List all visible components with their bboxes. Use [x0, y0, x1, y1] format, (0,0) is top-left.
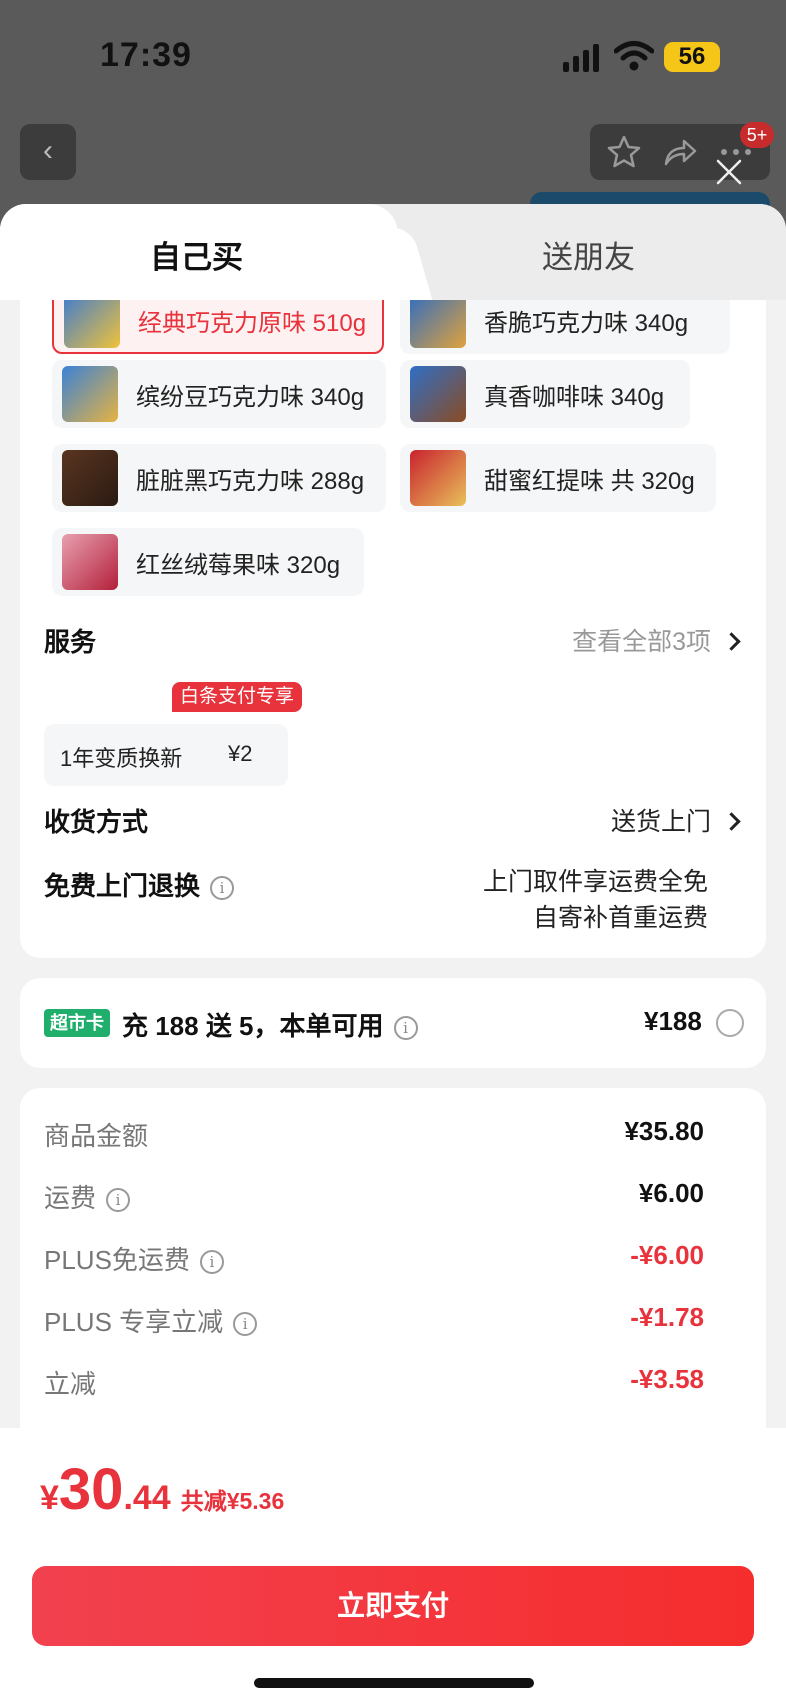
- free-return-detail: 上门取件享运费全免 自寄补首重运费: [483, 864, 708, 936]
- supermarket-card-radio[interactable]: [716, 1009, 744, 1037]
- info-icon[interactable]: i: [233, 1312, 258, 1337]
- variant-option[interactable]: 经典巧克力原味 510g: [52, 300, 384, 354]
- fee-value: -¥6.00: [630, 1240, 704, 1270]
- fee-breakdown: 商品金额 ¥35.80 运费 i ¥6.00 PLUS免运费 i -¥6.00 PL…: [20, 1088, 766, 1428]
- variant-label: 经典巧克力原味 510g: [138, 309, 367, 337]
- product-thumbnail: [410, 450, 466, 506]
- variant-option[interactable]: 脏脏黑巧克力味 288g: [52, 444, 386, 512]
- total-decimal: .44: [123, 1479, 171, 1517]
- info-icon[interactable]: i: [210, 876, 235, 901]
- total-integer: 30: [58, 1457, 124, 1522]
- fee-label: 立减: [44, 1369, 97, 1399]
- notification-badge: 5+: [740, 122, 774, 148]
- star-icon[interactable]: [604, 132, 644, 172]
- chevron-right-icon: [722, 632, 741, 651]
- pay-now-button[interactable]: 立即支付: [32, 1566, 754, 1646]
- fee-value: -¥3.58: [630, 1364, 704, 1394]
- total-price: ¥30.44 共减¥5.36: [40, 1456, 284, 1523]
- variant-option[interactable]: 真香咖啡味 340g: [400, 360, 690, 428]
- variant-option[interactable]: 缤纷豆巧克力味 340g: [52, 360, 386, 428]
- free-return-line1: 上门取件享运费全免: [482, 868, 708, 896]
- variant-label: 香脆巧克力味 340g: [484, 309, 689, 337]
- variant-label: 红丝绒莓果味 320g: [136, 551, 341, 579]
- tab-gift-to-friend[interactable]: 送朋友: [542, 232, 635, 277]
- share-icon[interactable]: [660, 132, 700, 172]
- wifi-icon: [614, 41, 654, 71]
- free-return-row: 免费上门退换 i: [44, 866, 235, 903]
- variant-option[interactable]: 红丝绒莓果味 320g: [52, 528, 364, 596]
- info-icon[interactable]: i: [199, 1250, 224, 1275]
- supermarket-card-offer[interactable]: 超市卡 充 188 送 5，本单可用 i ¥188: [20, 978, 766, 1068]
- cellular-signal-icon: [563, 44, 599, 72]
- total-currency: ¥: [40, 1479, 59, 1517]
- service-name: 1年变质换新: [60, 746, 183, 771]
- status-time: 17:39: [100, 36, 192, 74]
- checkout-bar: ¥30.44 共减¥5.36 立即支付: [0, 1428, 786, 1704]
- service-option[interactable]: 1年变质换新 ¥2: [44, 724, 288, 786]
- fee-value: ¥6.00: [638, 1178, 704, 1208]
- battery-indicator: 56: [664, 42, 720, 72]
- chevron-right-icon: [722, 812, 741, 831]
- fee-label-shipping: 运费 i: [44, 1178, 131, 1215]
- variant-list: 经典巧克力原味 510g 香脆巧克力味 340g 缤纷豆巧克力味 340g 真香…: [20, 300, 766, 702]
- supermarket-card-badge: 超市卡: [44, 1009, 110, 1037]
- delivery-title: 收货方式: [44, 807, 149, 837]
- home-indicator: [254, 1678, 534, 1688]
- tab-buy-for-self[interactable]: 自己买: [150, 232, 243, 277]
- product-thumbnail: [62, 450, 118, 506]
- service-price: ¥2: [228, 741, 253, 766]
- fee-value: ¥35.80: [624, 1116, 704, 1146]
- fee-label: 商品金额: [44, 1121, 149, 1151]
- fee-label-plus-discount: PLUS 专享立减 i: [44, 1302, 258, 1339]
- back-button[interactable]: ‹: [20, 124, 76, 180]
- tab-bar: 自己买 送朋友: [0, 204, 786, 300]
- free-return-line2: 自寄补首重运费: [532, 904, 708, 932]
- service-promo-tag: 白条支付专享: [172, 682, 303, 712]
- variant-label: 脏脏黑巧克力味 288g: [136, 467, 365, 495]
- service-view-all[interactable]: 查看全部3项: [572, 622, 741, 658]
- product-thumbnail: [64, 300, 120, 348]
- info-icon[interactable]: i: [106, 1188, 131, 1213]
- variant-label: 真香咖啡味 340g: [484, 383, 665, 411]
- variant-option[interactable]: 甜蜜红提味 共 320g: [400, 444, 716, 512]
- close-icon[interactable]: [715, 158, 743, 186]
- purchase-sheet: 自己买 送朋友 经典巧克力原味 510g 香脆巧克力味 340g 缤纷豆巧克力味…: [0, 204, 786, 1704]
- supermarket-card-text: 充 188 送 5，本单可用 i: [122, 1006, 418, 1043]
- delivery-method[interactable]: 送货上门: [611, 802, 741, 838]
- options-card: 经典巧克力原味 510g 香脆巧克力味 340g 缤纷豆巧克力味 340g 真香…: [20, 300, 766, 958]
- info-icon[interactable]: i: [393, 1016, 418, 1041]
- fee-value: -¥1.78: [630, 1302, 704, 1332]
- product-thumbnail: [62, 366, 118, 422]
- product-thumbnail: [410, 366, 466, 422]
- variant-label: 甜蜜红提味 共 320g: [484, 467, 695, 495]
- variant-label: 缤纷豆巧克力味 340g: [136, 383, 365, 411]
- product-thumbnail: [410, 300, 466, 348]
- product-thumbnail: [62, 534, 118, 590]
- status-bar: 17:39 56: [0, 0, 786, 110]
- service-title: 服务: [44, 627, 97, 657]
- total-savings: 共减¥5.36: [180, 1488, 285, 1514]
- variant-option[interactable]: 香脆巧克力味 340g: [400, 300, 730, 354]
- supermarket-card-price: ¥188: [644, 1006, 702, 1036]
- fee-label-plus-free-shipping: PLUS免运费 i: [44, 1240, 224, 1277]
